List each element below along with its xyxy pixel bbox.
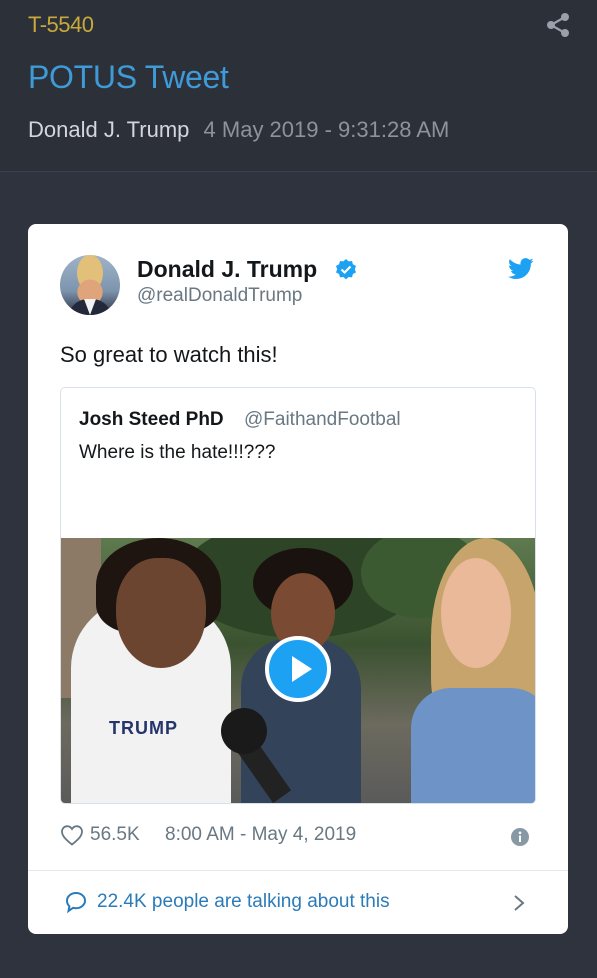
avatar[interactable] <box>60 255 120 315</box>
quoted-tweet[interactable]: Josh Steed PhD @FaithandFootbal Where is… <box>60 387 536 804</box>
tweet-text: So great to watch this! <box>60 342 278 367</box>
video-reporter-face <box>441 558 511 668</box>
chevron-right-icon[interactable] <box>512 894 526 912</box>
conversation-link[interactable]: 22.4K people are talking about this <box>97 891 390 913</box>
verified-badge-icon <box>336 259 356 280</box>
video-microphone <box>221 708 267 754</box>
speech-bubble-icon[interactable] <box>64 890 88 914</box>
video-shirt-text: TRUMP <box>109 718 178 738</box>
play-button-icon[interactable] <box>265 636 331 702</box>
quoted-tweet-text: Where is the hate!!!??? <box>79 442 276 463</box>
quoted-author-handle[interactable]: @FaithandFootbal <box>244 409 401 431</box>
post-meta: Donald J. Trump 4 May 2019 - 9:31:28 AM <box>28 117 449 143</box>
like-count[interactable]: 56.5K <box>90 824 140 846</box>
video-thumbnail[interactable]: TRUMP <box>61 538 535 803</box>
tweet-card: Donald J. Trump @realDonaldTrump So grea… <box>28 224 568 934</box>
post-title: POTUS Tweet <box>28 59 229 95</box>
post-header: T-5540 POTUS Tweet Donald J. Trump 4 May… <box>0 0 597 172</box>
heart-icon[interactable] <box>60 824 84 846</box>
post-date: 4 May 2019 - 9:31:28 AM <box>203 117 450 142</box>
quoted-author-name[interactable]: Josh Steed PhD <box>79 409 224 431</box>
video-person-left-face <box>116 558 206 668</box>
info-icon[interactable] <box>510 827 530 847</box>
share-icon[interactable] <box>546 12 570 38</box>
tweet-timestamp[interactable]: 8:00 AM - May 4, 2019 <box>165 824 356 846</box>
tweet-author-name[interactable]: Donald J. Trump <box>137 256 317 283</box>
divider <box>28 870 568 871</box>
video-reporter <box>411 688 535 803</box>
post-author: Donald J. Trump <box>28 117 190 142</box>
tweet-author-handle[interactable]: @realDonaldTrump <box>137 285 302 307</box>
post-id: T-5540 <box>28 12 94 37</box>
twitter-bird-icon[interactable] <box>508 258 534 280</box>
